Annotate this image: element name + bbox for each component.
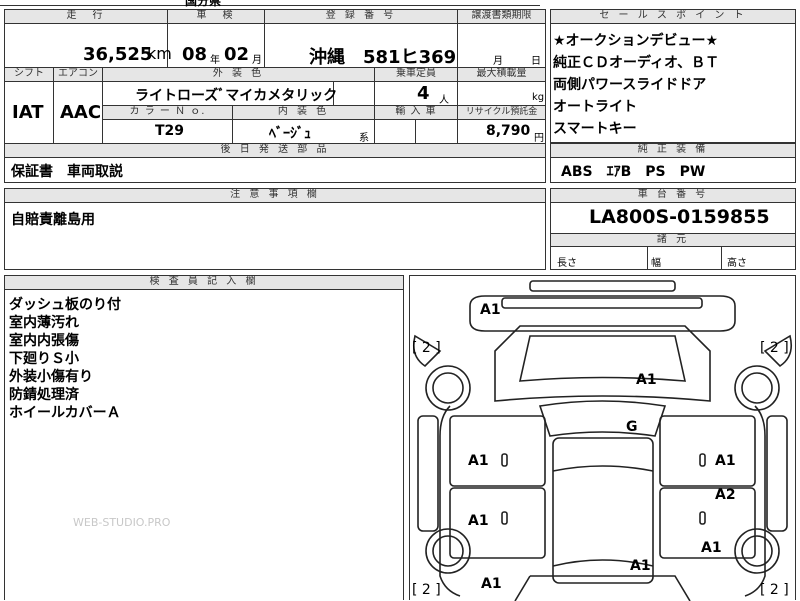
notes-header: 注 意 事 項 欄 [5, 189, 545, 203]
interior-color-cell: ﾍﾞｰｼﾞｭ 系 [233, 120, 375, 144]
mark-rear-right-door: A2 [715, 487, 736, 503]
capacity-value: 4 [417, 83, 430, 104]
shift-cell: IAT [5, 82, 54, 143]
sales-point-item: 両側パワースライドドア [553, 77, 707, 93]
inspector-line: 防錆処理済 [9, 387, 79, 403]
transfer-header: 譲渡書類期限 [458, 10, 545, 24]
mileage-value: 36,525 [83, 44, 153, 65]
inspector-line: 室内内張傷 [9, 333, 79, 349]
capacity-header: 乗車定員 [375, 68, 458, 82]
inspector-header: 検 査 員 記 入 欄 [5, 276, 403, 290]
capacity-cell: 4 人 [375, 82, 458, 106]
later-parts-value: 保証書 車両取説 [11, 164, 123, 180]
max-load-header: 最大積載量 [458, 68, 545, 82]
vehicle-info-table: 走 行 車 検 登 録 番 号 譲渡書類期限 36,525 km 08 年 02… [4, 9, 546, 144]
tire-left-bottom-label: [ 2 ] [412, 582, 441, 598]
mileage-cell: 36,525 km [5, 24, 172, 68]
tire-right-bottom-label: [ 2 ] [760, 582, 789, 598]
exterior-color-value: ライトローズﾞマイカメタリック [135, 88, 338, 104]
chassis-value: LA800S-0159855 [589, 206, 770, 228]
max-load-unit: kg [532, 92, 545, 103]
dimension-length: 長さ [557, 258, 577, 269]
transfer-day: 日 [531, 56, 541, 67]
dimension-width: 幅 [651, 258, 661, 269]
sales-point-item: スマートキー [553, 121, 637, 137]
interior-color-value: ﾍﾞｰｼﾞｭ [269, 126, 311, 142]
car-diagram [412, 280, 793, 601]
inspector-line: ホイールカバーＡ [9, 405, 121, 421]
sales-points-box: セ ー ル ス ポ イ ン ト ★オークションデビュー★ 純正ＣＤオーディオ、Ｂ… [550, 9, 796, 143]
car-diagram-box: [ 2 ] [ 2 ] [ 2 ] [ 2 ] A1 A1 G A1 A1 A2… [409, 275, 796, 601]
mileage-header: 走 行 [5, 10, 168, 24]
mark-right-quarter: A1 [701, 540, 722, 556]
mark-roof: G [626, 419, 638, 435]
mark-trunk: A1 [630, 558, 651, 574]
chassis-header: 車 台 番 号 [551, 189, 795, 203]
watermark: WEB-STUDIO.PRO [73, 516, 171, 529]
notes-value: 自賠責離島用 [11, 212, 95, 228]
aircon-cell: AAC [54, 82, 103, 143]
sales-point-item: 純正ＣＤオーディオ、ＢＴ [553, 55, 720, 71]
exterior-color-header: 外 装 色 [103, 68, 375, 82]
dimensions-header: 諸 元 [551, 233, 795, 247]
shift-value: IAT [12, 102, 44, 123]
aircon-header: エアコン [54, 68, 103, 82]
equipment-value: ABS ｴｱB PS PW [561, 164, 706, 180]
color-no-value: T29 [155, 123, 185, 139]
import-cell [375, 120, 458, 143]
inspector-line: 室内薄汚れ [9, 315, 79, 331]
recycle-value: 8,790 [486, 123, 531, 139]
registration-cell: 沖縄 581ヒ369 [265, 24, 458, 68]
sales-point-item: ★オークションデビュー★ [553, 33, 719, 49]
recycle-header: リサイクル預託金 [458, 106, 545, 120]
inspector-line: 外装小傷有り [9, 369, 93, 385]
recycle-unit: 円 [534, 133, 544, 144]
mark-hood: A1 [636, 372, 657, 388]
inspection-month-unit: 月 [252, 55, 262, 66]
shift-header: シフト [5, 68, 54, 82]
transfer-month: 月 [493, 56, 503, 67]
inspection-cell: 08 年 02 月 [168, 24, 265, 68]
sales-points-header: セ ー ル ス ポ イ ン ト [551, 10, 795, 24]
dimension-height: 高さ [727, 258, 747, 269]
capacity-unit: 人 [439, 95, 449, 106]
inspection-year: 08 [182, 44, 208, 65]
mark-rear-left-door: A1 [468, 513, 489, 529]
mark-rear-left: A1 [481, 576, 502, 592]
inspector-line: ダッシュ板のり付 [9, 297, 121, 313]
inspector-box: 検 査 員 記 入 欄 ダッシュ板のり付 室内薄汚れ 室内内張傷 下廻りＳ小 外… [4, 275, 404, 600]
top-strip-text: 国分県 [185, 0, 222, 8]
registration-header: 登 録 番 号 [265, 10, 458, 24]
exterior-color-cell: ライトローズﾞマイカメタリック [103, 82, 375, 106]
inspection-month: 02 [224, 44, 250, 65]
chassis-box: 車 台 番 号 LA800S-0159855 諸 元 長さ 幅 高さ [550, 188, 796, 270]
inspection-year-unit: 年 [210, 55, 220, 66]
transfer-cell: 月 日 [458, 24, 545, 68]
interior-color-header: 内 装 色 [233, 106, 375, 120]
tire-right-top-label: [ 2 ] [760, 340, 789, 356]
later-parts-box: 後 日 発 送 部 品 保証書 車両取説 [4, 143, 546, 183]
notes-box: 注 意 事 項 欄 自賠責離島用 [4, 188, 546, 270]
registration-value: 沖縄 581ヒ369 [309, 47, 457, 68]
mark-front-bumper: A1 [480, 302, 501, 318]
color-no-header: カ ラ ー Ｎ ｏ. [103, 106, 233, 120]
inspector-line: 下廻りＳ小 [9, 351, 79, 367]
interior-color-suffix: 系 [359, 133, 369, 144]
inspection-header: 車 検 [168, 10, 265, 24]
mark-front-right-door: A1 [715, 453, 736, 469]
color-no-cell: T29 [103, 120, 233, 143]
mark-front-left-door: A1 [468, 453, 489, 469]
tire-left-top-label: [ 2 ] [412, 340, 441, 356]
top-strip: 国分県 [0, 0, 540, 8]
max-load-cell: kg [458, 82, 545, 106]
later-parts-header: 後 日 発 送 部 品 [5, 144, 545, 158]
aircon-value: AAC [60, 102, 102, 123]
sales-point-item: オートライト [553, 99, 637, 115]
equipment-header: 純 正 装 備 [551, 144, 795, 158]
recycle-cell: 8,790 円 [458, 120, 545, 144]
equipment-box: 純 正 装 備 ABS ｴｱB PS PW [550, 143, 796, 183]
import-header: 輸 入 車 [375, 106, 458, 120]
